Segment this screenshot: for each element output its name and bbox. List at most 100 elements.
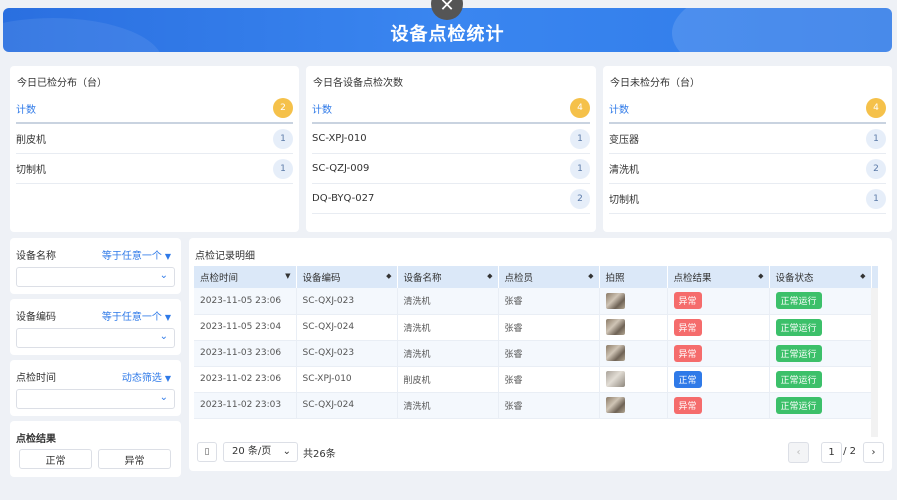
cell-time: 2023-11-03 23:06	[194, 340, 297, 367]
cell-photo	[599, 314, 668, 341]
filter-mode-dropdown[interactable]: 等于任意一个 ▼	[102, 308, 171, 323]
count-badge: 2	[570, 188, 590, 209]
photo-thumbnail[interactable]	[605, 345, 625, 361]
filter-device-code: 设备编码 等于任意一个 ▼ ⌄	[10, 299, 181, 355]
sort-desc-icon: ▼	[285, 272, 291, 280]
stat-row[interactable]: 削皮机 1	[16, 124, 293, 154]
count-badge: 1	[866, 128, 886, 149]
card-title: 今日各设备点检次数	[313, 78, 403, 89]
cell-photo	[599, 288, 668, 315]
cell-inspector: 张睿	[498, 340, 600, 367]
stat-label: 变压器	[609, 135, 639, 146]
chevron-down-icon: ⌄	[159, 331, 168, 342]
sort-icon: ◆	[588, 272, 594, 280]
status-tag: 正常运行	[775, 292, 822, 310]
photo-thumbnail[interactable]	[605, 371, 625, 387]
chevron-down-icon: ⌄	[159, 270, 168, 281]
cell-result: 正常	[667, 366, 770, 393]
result-tag: 正常	[673, 370, 702, 388]
filter-mode-dropdown[interactable]: 动态筛选 ▼	[122, 369, 171, 384]
cell-code: SC-QXJ-023	[296, 340, 398, 367]
cell-code: SC-QXJ-024	[296, 314, 398, 341]
check-time-select[interactable]: ⌄	[16, 389, 175, 409]
column-header-name[interactable]: 设备名称 ◆	[397, 266, 499, 288]
stat-row-count: 计数 2	[16, 94, 293, 124]
result-tag: 异常	[673, 318, 702, 336]
column-header-inspector[interactable]: 点检员 ◆	[498, 266, 600, 288]
stat-row[interactable]: 切制机 1	[16, 154, 293, 184]
cell-code: SC-QXJ-023	[296, 288, 398, 315]
scrollbar-header	[871, 266, 878, 288]
column-header-time[interactable]: 点检时间 ▼	[194, 266, 297, 288]
photo-thumbnail[interactable]	[605, 397, 625, 413]
cell-name: 清洗机	[397, 288, 499, 315]
current-page-input[interactable]: 1	[821, 442, 842, 463]
cell-status: 正常运行	[769, 392, 872, 419]
card-title: 今日已检分布（台）	[17, 78, 107, 89]
table-row[interactable]: 2023-11-05 23:06 SC-QXJ-023 清洗机 张睿 异常 正常…	[194, 288, 878, 315]
device-code-select[interactable]: ⌄	[16, 328, 175, 348]
close-icon: ✕	[439, 0, 455, 16]
cell-status: 正常运行	[769, 340, 872, 367]
column-header-status[interactable]: 设备状态 ◆	[769, 266, 872, 288]
pagination: ▯ 20 条/页 ⌄ 共26条 ‹ 1 / 2 ›	[197, 442, 884, 464]
cell-time: 2023-11-05 23:04	[194, 314, 297, 341]
sort-icon: ◆	[758, 272, 764, 280]
cell-photo	[599, 392, 668, 419]
stat-row[interactable]: 变压器 1	[609, 124, 886, 154]
page-size-select[interactable]: 20 条/页 ⌄	[223, 442, 298, 462]
device-name-select[interactable]: ⌄	[16, 267, 175, 287]
photo-thumbnail[interactable]	[605, 319, 625, 335]
vertical-scrollbar[interactable]	[871, 288, 878, 437]
column-settings-button[interactable]: ▯	[197, 442, 217, 462]
table-row[interactable]: 2023-11-05 23:04 SC-QXJ-024 清洗机 张睿 异常 正常…	[194, 314, 878, 341]
count-badge: 1	[866, 188, 886, 209]
stat-label: DQ-BYQ-027	[312, 193, 375, 204]
status-tag: 正常运行	[775, 344, 822, 362]
page-count: / 2	[843, 446, 856, 457]
table-row[interactable]: 2023-11-03 23:06 SC-QXJ-023 清洗机 张睿 异常 正常…	[194, 340, 878, 367]
filter-label: 点检时间	[16, 373, 56, 384]
photo-thumbnail[interactable]	[605, 292, 625, 309]
stat-label: 削皮机	[16, 135, 46, 146]
cell-inspector: 张睿	[498, 366, 600, 393]
cell-photo	[599, 340, 668, 367]
count-badge: 4	[866, 98, 886, 118]
caret-down-icon: ▼	[164, 313, 171, 322]
sort-icon: ◆	[386, 272, 392, 280]
stat-row[interactable]: SC-QZJ-009 1	[312, 154, 590, 184]
detail-panel: 点检记录明细 点检时间 ▼ 设备编码 ◆ 设备名称 ◆ 点检员 ◆ 拍照 点检结果 ◆ 设…	[189, 238, 892, 471]
column-header-photo: 拍照	[599, 266, 668, 288]
stat-row[interactable]: SC-XPJ-010 1	[312, 124, 590, 154]
chevron-down-icon: ⌄	[282, 446, 291, 457]
stat-row[interactable]: 切制机 1	[609, 184, 886, 214]
stat-label: 切制机	[609, 195, 639, 206]
stat-row[interactable]: DQ-BYQ-027 2	[312, 184, 590, 214]
card-title: 今日未检分布（台）	[610, 78, 700, 89]
column-header-result[interactable]: 点检结果 ◆	[667, 266, 770, 288]
cell-inspector: 张睿	[498, 314, 600, 341]
filter-label: 设备名称	[16, 251, 56, 262]
table-row[interactable]: 2023-11-02 23:06 SC-XPJ-010 削皮机 张睿 正常 正常…	[194, 366, 878, 393]
cell-status: 正常运行	[769, 288, 872, 315]
count-badge: 2	[273, 98, 293, 118]
filter-mode-dropdown[interactable]: 等于任意一个 ▼	[102, 247, 171, 262]
total-count: 共26条	[303, 449, 336, 460]
cell-name: 清洗机	[397, 314, 499, 341]
count-badge: 1	[570, 128, 590, 149]
column-header-code[interactable]: 设备编码 ◆	[296, 266, 398, 288]
page-title: 设备点检统计	[390, 24, 505, 45]
cell-time: 2023-11-05 23:06	[194, 288, 297, 315]
stat-label: 计数	[16, 104, 36, 116]
result-normal-button[interactable]: 正常	[19, 449, 92, 469]
status-tag: 正常运行	[775, 370, 822, 388]
cell-photo	[599, 366, 668, 393]
caret-down-icon: ▼	[164, 252, 171, 261]
stat-label: SC-XPJ-010	[312, 133, 367, 144]
result-abnormal-button[interactable]: 异常	[98, 449, 171, 469]
table-row[interactable]: 2023-11-02 23:03 SC-QXJ-024 清洗机 张睿 异常 正常…	[194, 392, 878, 419]
count-badge: 1	[273, 128, 293, 149]
prev-page-button[interactable]: ‹	[788, 442, 809, 463]
next-page-button[interactable]: ›	[863, 442, 884, 463]
stat-row[interactable]: 清洗机 2	[609, 154, 886, 184]
